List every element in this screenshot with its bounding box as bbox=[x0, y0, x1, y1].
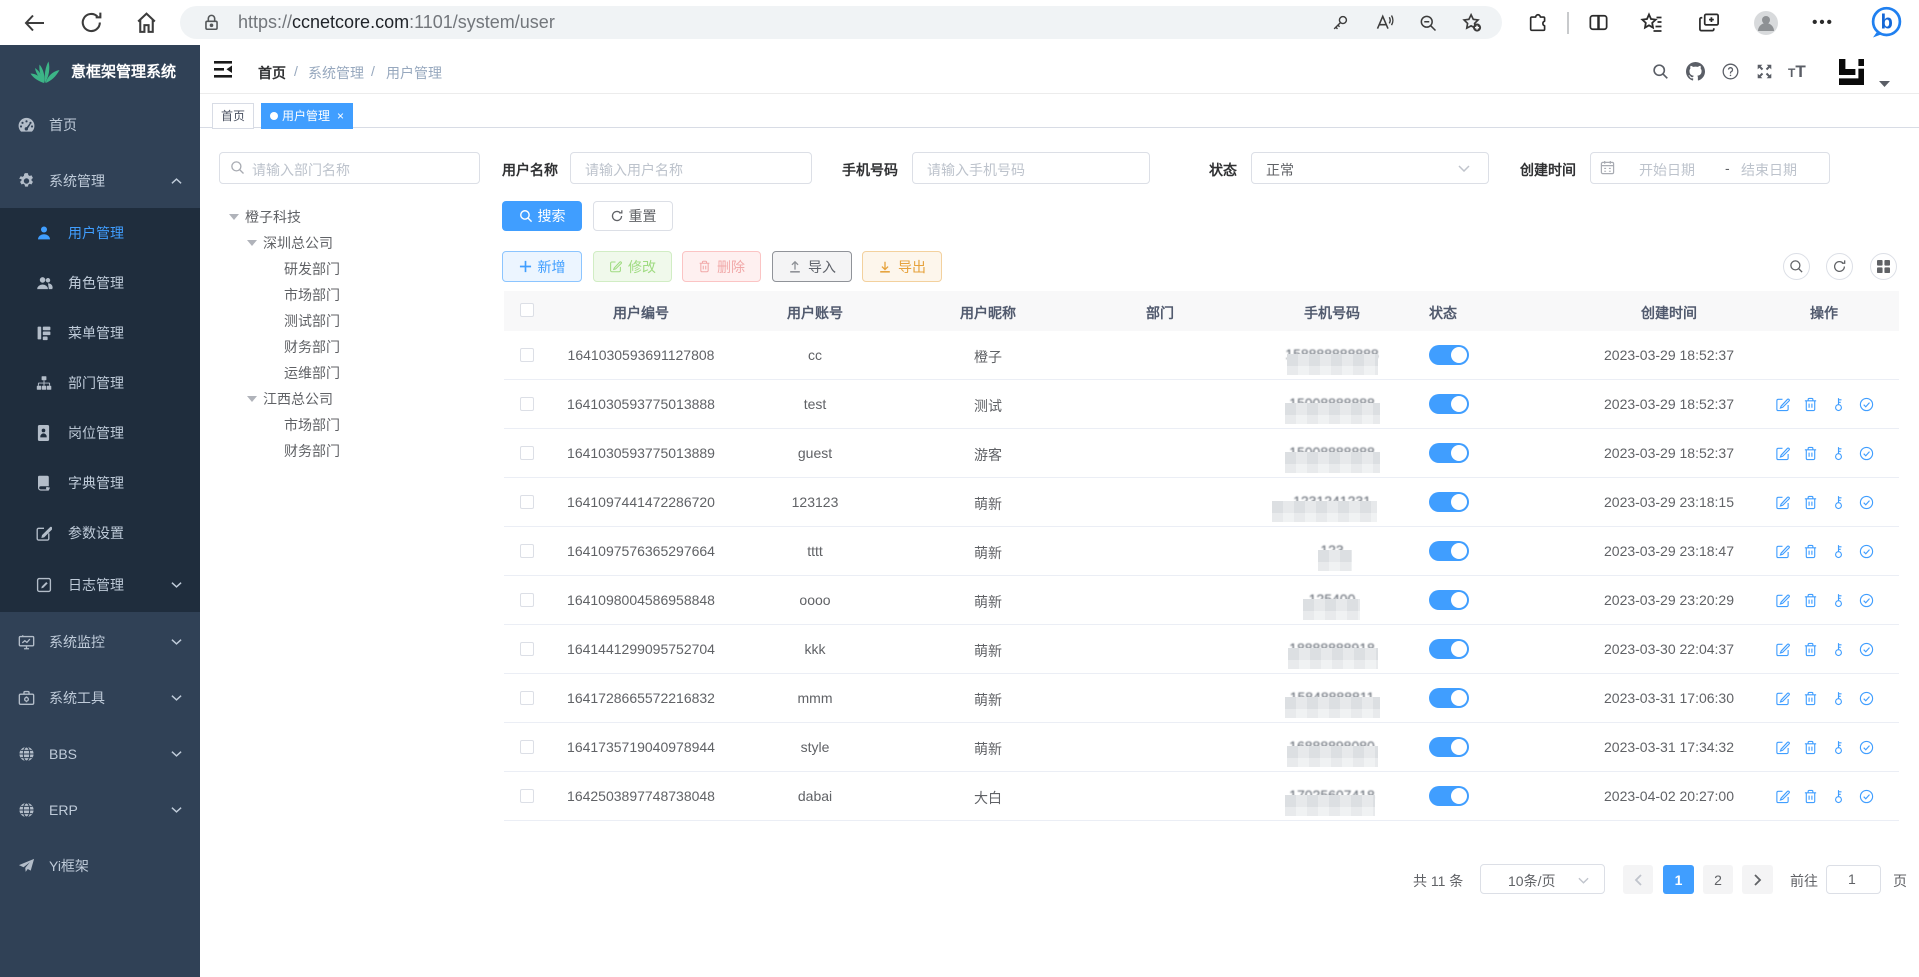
svg-text:b: b bbox=[1880, 12, 1892, 34]
